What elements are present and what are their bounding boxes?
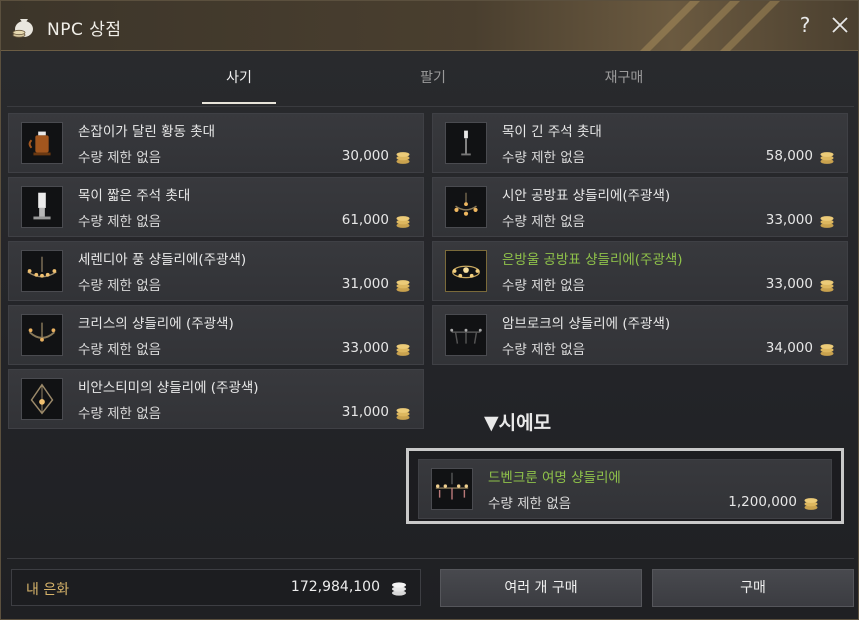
- item-limit: 수량 제한 없음: [78, 342, 162, 358]
- item-thumbnail: [445, 186, 487, 228]
- item-price: 31,000: [341, 404, 389, 420]
- silver-coin-icon: [396, 280, 410, 292]
- silver-label: 내 은화: [26, 582, 70, 598]
- item-limit: 수량 제한 없음: [502, 278, 586, 294]
- tall-tin-candlestick-icon: [461, 130, 471, 156]
- annotation-label: ▼시에모: [484, 412, 552, 434]
- buy-button[interactable]: 구매: [652, 569, 854, 607]
- shop-item[interactable]: 세렌디아 풍 샹들리에(주광색) 수량 제한 없음 31,000: [8, 241, 424, 301]
- item-name: 크리스의 샹들리에 (주광색): [78, 316, 234, 332]
- item-thumbnail: [21, 186, 63, 228]
- silver-coin-icon: [820, 344, 834, 356]
- shop-item-highlighted[interactable]: 드벤크룬 여명 샹들리에 수량 제한 없음 1,200,000: [418, 459, 832, 519]
- tab-bar: 사기 팔기 재구매: [1, 55, 858, 105]
- chandelier-icon: [28, 322, 56, 342]
- item-limit: 수량 제한 없음: [502, 342, 586, 358]
- item-limit: 수량 제한 없음: [78, 278, 162, 294]
- silver-coin-icon: [804, 498, 818, 510]
- item-name: 은방울 공방표 샹들리에(주광색): [502, 252, 683, 268]
- item-thumbnail: [21, 314, 63, 356]
- divider: [7, 558, 854, 559]
- item-name: 목이 짧은 주석 촛대: [78, 188, 191, 204]
- chandelier-icon: [452, 265, 480, 279]
- item-limit: 수량 제한 없음: [78, 214, 162, 230]
- tab-sell[interactable]: 팔기: [396, 67, 470, 87]
- item-price: 58,000: [765, 148, 813, 164]
- help-button[interactable]: ?: [794, 13, 816, 39]
- brass-candlestick-icon: [28, 131, 51, 156]
- shop-item[interactable]: 목이 짧은 주석 촛대 수량 제한 없음 61,000: [8, 177, 424, 237]
- silver-coin-icon: [820, 152, 834, 164]
- item-name: 세렌디아 풍 샹들리에(주광색): [78, 252, 247, 268]
- shop-item[interactable]: 은방울 공방표 샹들리에(주광색) 수량 제한 없음 33,000: [432, 241, 848, 301]
- dawn-chandelier-icon: [435, 472, 469, 500]
- shop-item[interactable]: 암브로크의 샹들리에 (주광색) 수량 제한 없음 34,000: [432, 305, 848, 365]
- window-title: NPC 상점: [47, 20, 122, 40]
- item-thumbnail: [445, 250, 487, 292]
- silver-coin-icon: [396, 344, 410, 356]
- silver-coin-icon: [820, 280, 834, 292]
- silver-coin-icon: [820, 216, 834, 228]
- item-limit: 수량 제한 없음: [488, 496, 572, 512]
- short-tin-candlestick-icon: [33, 192, 51, 220]
- shop-item[interactable]: 시안 공방표 샹들리에(주광색) 수량 제한 없음 33,000: [432, 177, 848, 237]
- lantern-chandelier-icon: [30, 383, 54, 415]
- item-price: 34,000: [765, 340, 813, 356]
- shop-item[interactable]: 손잡이가 달린 황동 촛대 수량 제한 없음 30,000: [8, 113, 424, 173]
- title-bar[interactable]: NPC 상점 ?: [1, 1, 858, 51]
- tab-buy[interactable]: 사기: [202, 67, 276, 87]
- item-name: 드벤크룬 여명 샹들리에: [488, 470, 621, 486]
- item-thumbnail: [21, 250, 63, 292]
- item-thumbnail: [431, 468, 473, 510]
- tab-rebuy[interactable]: 재구매: [587, 67, 661, 87]
- active-tab-indicator: [202, 102, 276, 104]
- item-thumbnail: [445, 314, 487, 356]
- divider: [7, 106, 854, 107]
- item-limit: 수량 제한 없음: [502, 150, 586, 166]
- item-thumbnail: [445, 122, 487, 164]
- item-limit: 수량 제한 없음: [78, 406, 162, 422]
- highlight-frame: 드벤크룬 여명 샹들리에 수량 제한 없음 1,200,000: [406, 448, 844, 524]
- title-decoration: [640, 1, 780, 51]
- item-name: 시안 공방표 샹들리에(주광색): [502, 188, 671, 204]
- item-thumbnail: [21, 378, 63, 420]
- shop-item[interactable]: 목이 긴 주석 촛대 수량 제한 없음 58,000: [432, 113, 848, 173]
- close-icon[interactable]: [830, 15, 850, 35]
- silver-coin-icon: [396, 216, 410, 228]
- item-name: 목이 긴 주석 촛대: [502, 124, 602, 140]
- item-price: 33,000: [765, 212, 813, 228]
- item-price: 30,000: [341, 148, 389, 164]
- item-name: 비안스티미의 샹들리에 (주광색): [78, 380, 259, 396]
- item-price: 31,000: [341, 276, 389, 292]
- silver-balance: 내 은화 172,984,100: [11, 569, 421, 606]
- silver-coin-icon: [396, 152, 410, 164]
- item-name: 손잡이가 달린 황동 촛대: [78, 124, 216, 140]
- item-price: 61,000: [341, 212, 389, 228]
- npc-shop-window: NPC 상점 ? 사기 팔기 재구매 손잡이가 달린 황동 촛대 수량 제한 없…: [0, 0, 859, 620]
- bulk-buy-button[interactable]: 여러 개 구매: [440, 569, 642, 607]
- item-price: 33,000: [765, 276, 813, 292]
- chandelier-icon: [454, 192, 478, 216]
- chandelier-icon: [27, 256, 57, 278]
- shop-item[interactable]: 비안스티미의 샹들리에 (주광색) 수량 제한 없음 31,000: [8, 369, 424, 429]
- shop-item[interactable]: 크리스의 샹들리에 (주광색) 수량 제한 없음 33,000: [8, 305, 424, 365]
- item-limit: 수량 제한 없음: [502, 214, 586, 230]
- item-price: 33,000: [341, 340, 389, 356]
- silver-coin-icon: [396, 408, 410, 420]
- item-price: 1,200,000: [728, 494, 797, 510]
- item-thumbnail: [21, 122, 63, 164]
- money-bag-icon: [12, 19, 33, 38]
- silver-coin-icon: [392, 582, 406, 596]
- item-limit: 수량 제한 없음: [78, 150, 162, 166]
- chandelier-icon: [450, 328, 482, 344]
- silver-amount: 172,984,100: [290, 579, 380, 595]
- item-name: 암브로크의 샹들리에 (주광색): [502, 316, 671, 332]
